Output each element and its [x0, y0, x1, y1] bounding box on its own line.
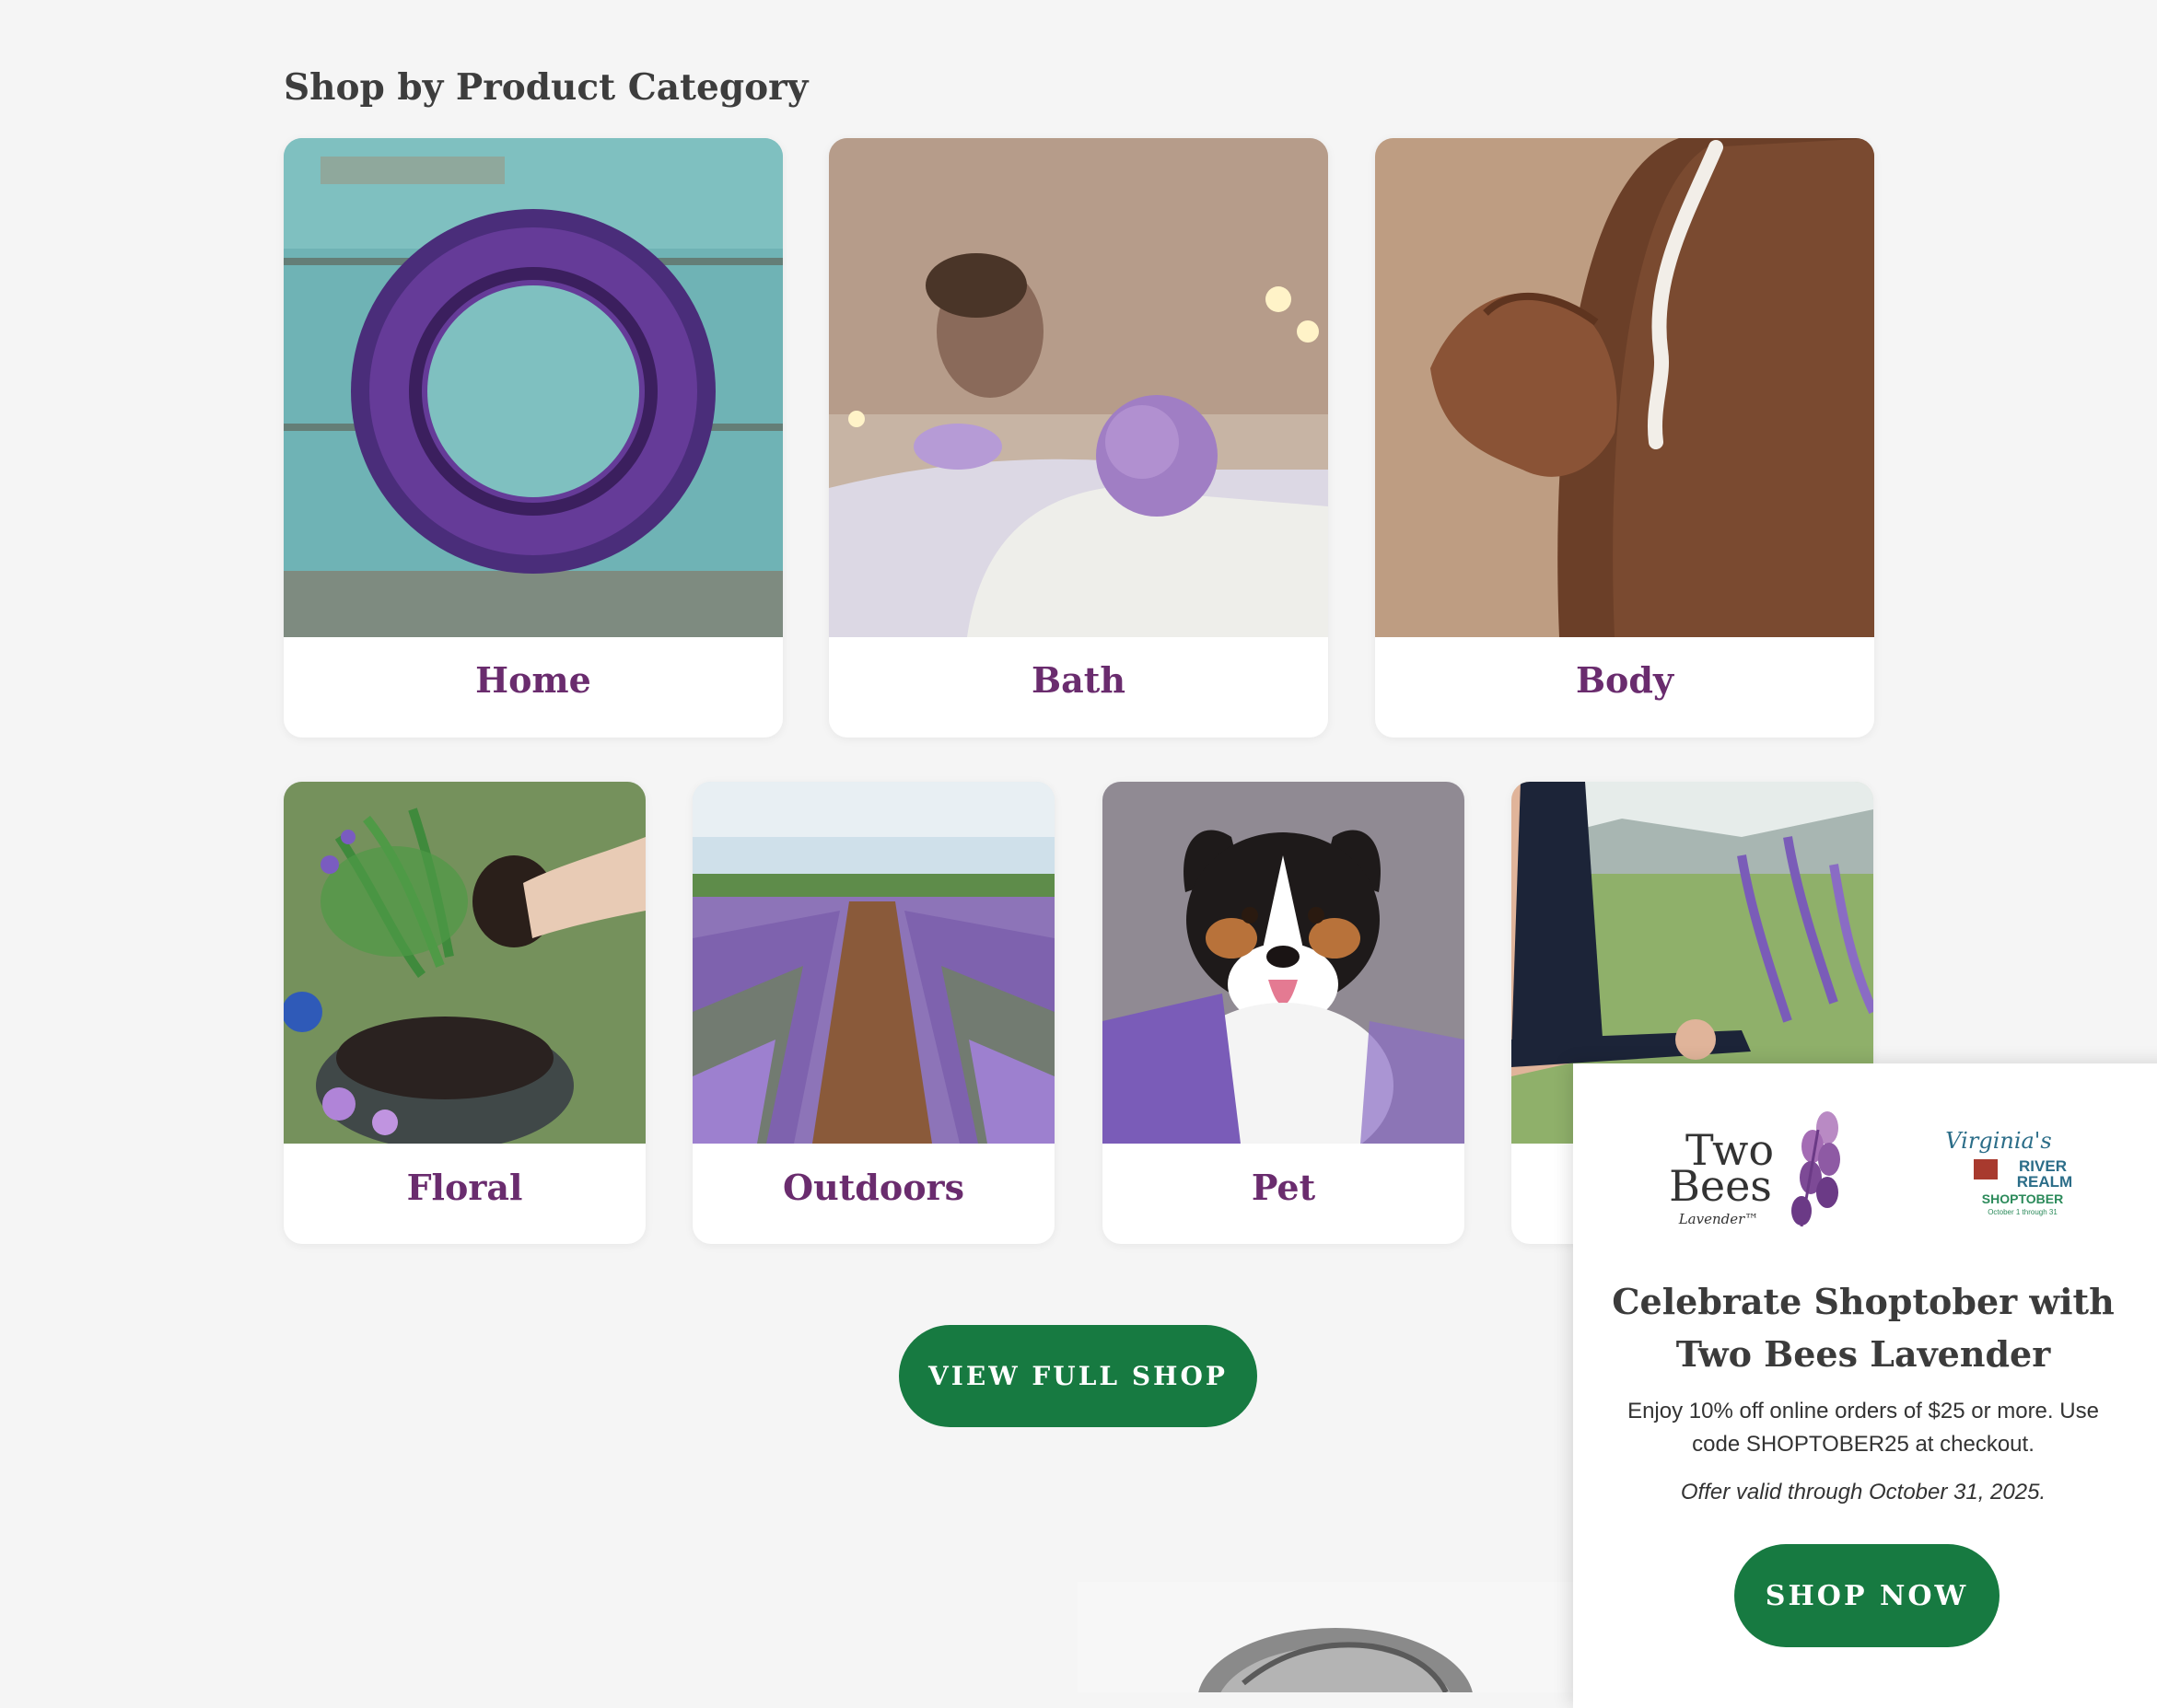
logo-line: REALM	[2017, 1173, 2072, 1191]
category-card-body[interactable]: Body	[1375, 138, 1874, 738]
dog-lavender-image	[1102, 782, 1464, 1144]
bottom-portrait-image	[1078, 1582, 1575, 1692]
lotion-shoulder-image	[1375, 138, 1874, 637]
two-bees-lavender-logo: Two Bees Lavender™	[1669, 1111, 1840, 1227]
lavender-wreath-image	[284, 138, 783, 637]
promo-popup: Two Bees Lavender™ Virginia's RIVER REAL…	[1573, 1063, 2157, 1708]
category-label: Home	[475, 659, 591, 701]
bath-bomb-image	[829, 138, 1328, 637]
category-label: Floral	[406, 1167, 523, 1208]
category-card-outdoors[interactable]: Outdoors	[693, 782, 1055, 1244]
potted-lavender-image	[284, 782, 646, 1144]
logo-line: SHOPTOBER	[1982, 1191, 2063, 1206]
category-label: Outdoors	[783, 1167, 964, 1208]
category-card-home[interactable]: Home	[284, 138, 783, 738]
popup-offer-validity: Offer valid through October 31, 2025.	[1680, 1480, 2046, 1505]
logo-line: Lavender™	[1678, 1211, 1759, 1227]
logo-line: October 1 through 31	[1988, 1208, 2058, 1216]
category-card-floral[interactable]: Floral	[284, 782, 646, 1244]
view-full-shop-button[interactable]: VIEW FULL SHOP	[899, 1325, 1257, 1427]
category-label: Pet	[1251, 1167, 1316, 1208]
lavender-field-image	[693, 782, 1055, 1144]
popup-title: Celebrate Shoptober with Two Bees Lavend…	[1612, 1281, 2115, 1375]
virginias-river-realm-logo: Virginia's RIVER REALM SHOPTOBER October…	[1945, 1128, 2072, 1216]
logo-line: Bees	[1669, 1161, 1772, 1211]
section-heading: Shop by Product Category	[284, 66, 809, 109]
category-card-bath[interactable]: Bath	[829, 138, 1328, 738]
popup-description: Enjoy 10% off online orders of $25 or mo…	[1627, 1399, 2099, 1457]
category-card-pet[interactable]: Pet	[1102, 782, 1464, 1244]
category-label: Bath	[1032, 659, 1125, 701]
shop-now-button[interactable]: SHOP NOW	[1734, 1544, 2000, 1647]
logo-line: Virginia's	[1945, 1128, 2051, 1154]
category-label: Body	[1575, 659, 1674, 701]
